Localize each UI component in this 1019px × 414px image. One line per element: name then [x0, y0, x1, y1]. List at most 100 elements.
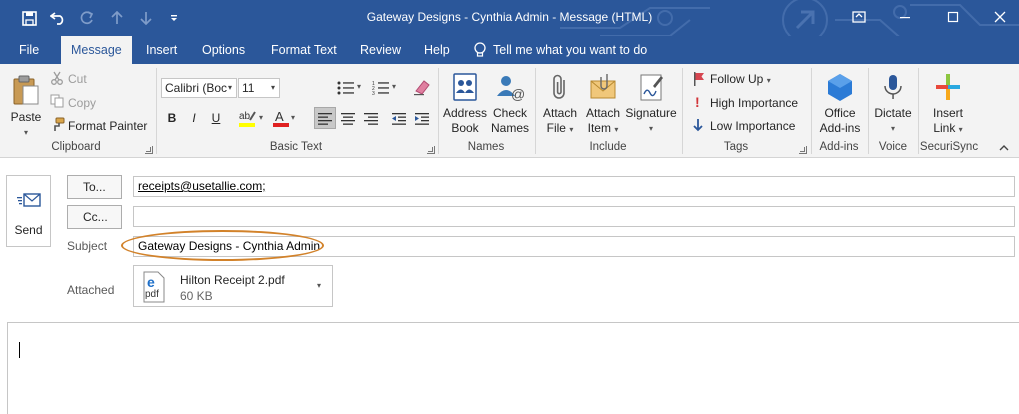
paste-label: Paste: [10, 110, 42, 124]
maximize-icon[interactable]: [941, 6, 965, 28]
signature-icon: [640, 74, 663, 101]
tab-options[interactable]: Options: [200, 36, 247, 64]
insert-link-label-1: Insert: [932, 106, 963, 120]
attach-item-button[interactable]: Attach Item ▾: [582, 72, 624, 137]
svg-text:3: 3: [372, 91, 375, 96]
attach-file-label-1: Attach: [542, 106, 578, 120]
to-recipient[interactable]: receipts@usetallie.com;: [138, 179, 266, 193]
italic-button[interactable]: I: [184, 108, 204, 128]
font-color-dropdown-icon[interactable]: ▾: [291, 113, 295, 122]
align-center-icon[interactable]: [338, 108, 358, 128]
svg-text:e: e: [147, 274, 155, 290]
align-left-icon: [318, 113, 332, 125]
font-size-combo[interactable]: 11 ▾: [238, 78, 280, 98]
ribbon-display-options-icon[interactable]: [847, 6, 871, 28]
tab-review[interactable]: Review: [358, 36, 403, 64]
clipboard-launcher-icon[interactable]: [145, 146, 153, 154]
attachment-size: 60 KB: [180, 289, 213, 303]
insert-link-label-2: Link: [933, 121, 956, 135]
format-painter-button[interactable]: Format Painter: [68, 119, 147, 133]
office-addins-button[interactable]: Office Add-ins: [814, 72, 866, 136]
decrease-indent-icon[interactable]: [389, 108, 409, 128]
attach-file-dropdown-icon: ▾: [569, 125, 574, 134]
follow-up-dropdown-icon: ▾: [766, 76, 771, 85]
signature-dropdown-icon: ▾: [648, 124, 653, 133]
signature-label: Signature: [625, 106, 677, 120]
cut-button[interactable]: Cut: [68, 72, 87, 86]
cut-icon: [51, 71, 63, 85]
dictate-button[interactable]: Dictate ▾: [870, 72, 916, 136]
tab-help[interactable]: Help: [422, 36, 452, 64]
tab-file[interactable]: File: [17, 36, 41, 64]
tab-message[interactable]: Message: [61, 36, 132, 65]
numbering-icon[interactable]: 123: [372, 80, 390, 96]
attach-item-icon: [590, 74, 616, 99]
align-right-icon[interactable]: [361, 108, 381, 128]
text-cursor: [19, 342, 20, 358]
font-name-value: Calibri (Boc: [165, 81, 228, 95]
font-color-icon[interactable]: A: [272, 108, 290, 128]
send-label: Send: [14, 223, 43, 237]
address-book-button[interactable]: Address Book: [441, 72, 489, 136]
low-importance-icon: [693, 119, 703, 132]
to-field[interactable]: receipts@usetallie.com;: [133, 176, 1015, 197]
tags-launcher-icon[interactable]: [799, 146, 807, 154]
underline-button[interactable]: U: [206, 108, 226, 128]
attach-file-button[interactable]: Attach File ▾: [538, 72, 582, 137]
attachment-options-icon[interactable]: ▾: [317, 281, 321, 290]
attachment-card[interactable]: e pdf Hilton Receipt 2.pdf 60 KB ▾: [133, 265, 333, 307]
minimize-icon[interactable]: [893, 6, 917, 28]
tell-me-search[interactable]: Tell me what you want to do: [473, 36, 647, 64]
subject-highlight-circle: [121, 230, 324, 261]
dictate-label: Dictate: [874, 106, 912, 120]
message-body[interactable]: [7, 322, 1019, 414]
attached-label: Attached: [67, 283, 115, 297]
close-icon[interactable]: [988, 6, 1012, 28]
paste-button[interactable]: Paste ▾: [7, 74, 45, 140]
tell-me-text: Tell me what you want to do: [493, 43, 648, 57]
address-book-label-1: Address: [442, 106, 488, 120]
send-button[interactable]: Send: [6, 175, 51, 247]
dictate-dropdown-icon: ▾: [890, 124, 895, 133]
voice-group-label: Voice: [878, 141, 908, 153]
securisync-group-label: SecuriSync: [919, 141, 979, 153]
names-group-label: Names: [467, 141, 505, 153]
low-importance-button[interactable]: Low Importance: [710, 119, 795, 133]
basic-text-launcher-icon[interactable]: [427, 146, 435, 154]
highlight-color-icon[interactable]: ab: [238, 108, 258, 128]
title-bar: Gateway Designs - Cynthia Admin - Messag…: [0, 0, 1019, 36]
svg-text:A: A: [275, 109, 284, 124]
clear-formatting-icon[interactable]: [413, 78, 431, 96]
font-name-combo[interactable]: Calibri (Boc ▾: [161, 78, 237, 98]
format-painter-icon: [54, 117, 65, 131]
to-button[interactable]: To...: [67, 175, 122, 199]
bullets-icon[interactable]: [337, 80, 355, 96]
highlight-dropdown-icon[interactable]: ▾: [259, 113, 263, 122]
align-left-button[interactable]: [314, 107, 336, 129]
high-importance-button[interactable]: High Importance: [710, 96, 798, 110]
increase-indent-icon[interactable]: [412, 108, 432, 128]
check-names-label-1: Check: [492, 106, 527, 120]
check-names-label-2: Names: [490, 121, 529, 135]
attachment-type: pdf: [145, 289, 159, 300]
address-book-icon: [453, 73, 477, 101]
tab-format-text[interactable]: Format Text: [269, 36, 339, 64]
tab-insert[interactable]: Insert: [144, 36, 179, 64]
attachment-name: Hilton Receipt 2.pdf: [180, 273, 285, 287]
numbering-dropdown-icon[interactable]: ▾: [392, 82, 396, 91]
check-names-button[interactable]: @ Check Names: [489, 72, 531, 136]
font-size-value: 11: [242, 81, 255, 95]
basic-text-group-label: Basic Text: [269, 141, 323, 153]
signature-button[interactable]: Signature ▾: [624, 72, 678, 136]
copy-button[interactable]: Copy: [68, 96, 96, 110]
bold-button[interactable]: B: [162, 108, 182, 128]
collapse-ribbon-icon[interactable]: [998, 143, 1010, 153]
attach-item-label-1: Attach: [585, 106, 621, 120]
follow-up-button[interactable]: Follow Up ▾: [710, 72, 771, 86]
copy-icon: [50, 94, 64, 108]
bullets-dropdown-icon[interactable]: ▾: [357, 82, 361, 91]
cc-button[interactable]: Cc...: [67, 205, 122, 229]
paste-dropdown-icon: ▾: [23, 128, 28, 137]
cc-field[interactable]: [133, 206, 1015, 227]
insert-link-button[interactable]: Insert Link ▾: [921, 72, 975, 137]
